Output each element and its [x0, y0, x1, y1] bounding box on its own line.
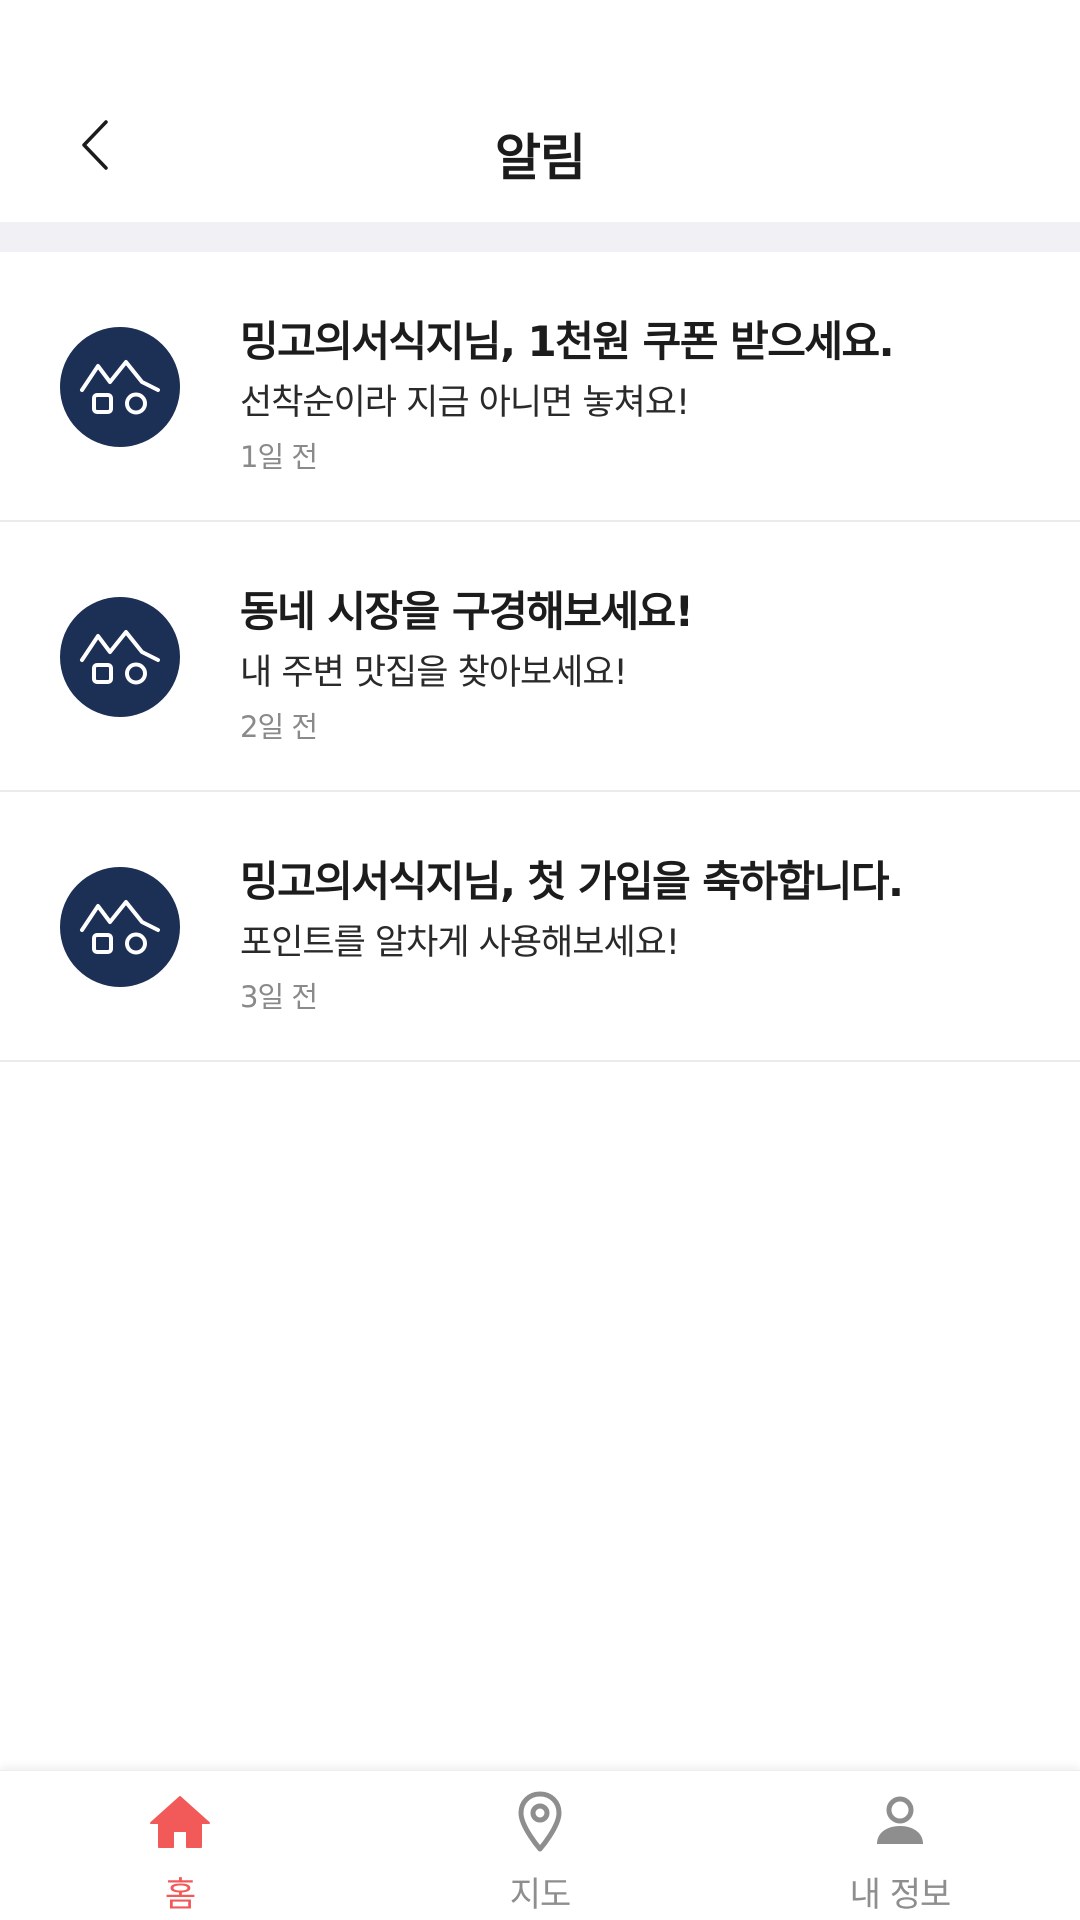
user-icon	[865, 1787, 935, 1857]
notifications-screen: 알림 밍고의서식지님, 1천원 쿠폰 받으세요. 선착순이라 지금 아니면 놓쳐…	[0, 0, 1080, 1920]
notification-title: 밍고의서식지님, 1천원 쿠폰 받으세요.	[240, 317, 895, 366]
notification-body: 내 주변 맛집을 찾아보세요!	[240, 653, 628, 693]
notification-time: 3일 전	[240, 980, 318, 1014]
nav-label-profile: 내 정보	[849, 1875, 952, 1915]
mingo-logo-icon	[60, 867, 180, 987]
notification-list: 밍고의서식지님, 1천원 쿠폰 받으세요. 선착순이라 지금 아니면 놓쳐요! …	[0, 252, 1080, 1062]
nav-label-map: 지도	[509, 1875, 572, 1915]
page-title: 알림	[495, 129, 586, 187]
header-divider	[0, 222, 1080, 252]
notification-time: 1일 전	[240, 440, 318, 474]
notification-title: 밍고의서식지님, 첫 가입을 축하합니다.	[240, 857, 904, 906]
nav-label-home: 홈	[164, 1875, 196, 1915]
bottom-nav: 홈 지도 내 정보	[0, 1770, 1080, 1920]
notification-time: 2일 전	[240, 710, 318, 744]
notification-body: 포인트를 알차게 사용해보세요!	[240, 923, 680, 963]
notification-title: 동네 시장을 구경해보세요!	[240, 587, 694, 636]
mingo-logo-icon	[60, 597, 180, 717]
notification-item[interactable]: 밍고의서식지님, 첫 가입을 축하합니다. 포인트를 알차게 사용해보세요! 3…	[0, 792, 1080, 1062]
home-icon	[145, 1787, 215, 1857]
nav-item-profile[interactable]: 내 정보	[720, 1771, 1080, 1920]
nav-item-map[interactable]: 지도	[360, 1771, 720, 1920]
nav-item-home[interactable]: 홈	[0, 1771, 360, 1920]
mingo-logo-icon	[60, 327, 180, 447]
map-pin-icon	[505, 1787, 575, 1857]
header: 알림	[0, 0, 1080, 222]
notification-body: 선착순이라 지금 아니면 놓쳐요!	[240, 383, 690, 423]
notification-item[interactable]: 밍고의서식지님, 1천원 쿠폰 받으세요. 선착순이라 지금 아니면 놓쳐요! …	[0, 252, 1080, 522]
notification-item[interactable]: 동네 시장을 구경해보세요! 내 주변 맛집을 찾아보세요! 2일 전	[0, 522, 1080, 792]
